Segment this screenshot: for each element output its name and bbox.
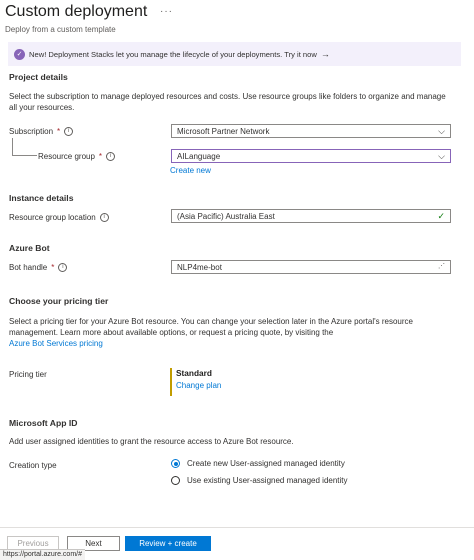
azure-bot-heading: Azure Bot [9, 243, 50, 253]
page-subtitle: Deploy from a custom template [5, 25, 116, 34]
change-plan-link[interactable]: Change plan [176, 381, 221, 390]
pricing-tier-description: Select a pricing tier for your Azure Bot… [9, 316, 449, 349]
resize-handle-icon[interactable]: ⋰ [438, 263, 445, 270]
app-id-heading: Microsoft App ID [9, 418, 78, 428]
resource-group-label-text: Resource group [38, 152, 95, 161]
info-icon[interactable]: i [106, 152, 116, 161]
location-label: Resource group location i [9, 213, 109, 222]
instance-details-heading: Instance details [9, 193, 74, 203]
browser-status-url: https://portal.azure.com/# [0, 549, 85, 560]
project-details-description: Select the subscription to manage deploy… [9, 92, 446, 112]
creation-type-label: Creation type [9, 461, 57, 470]
checkmark-icon: ✓ [437, 210, 445, 221]
deployment-stacks-banner[interactable]: ✓ New! Deployment Stacks let you manage … [8, 42, 461, 66]
pricing-tier-value: Standard [176, 368, 212, 378]
radio-use-existing-label[interactable]: Use existing User-assigned managed ident… [187, 476, 348, 485]
required-marker: * [51, 263, 55, 272]
project-details-heading: Project details [9, 72, 68, 82]
pricing-description-text: Select a pricing tier for your Azure Bot… [9, 317, 413, 337]
bot-handle-label-text: Bot handle [9, 263, 48, 272]
pricing-tier-heading: Choose your pricing tier [9, 296, 109, 306]
required-marker: * [57, 127, 61, 136]
more-options-icon[interactable]: ··· [160, 6, 173, 17]
pricing-link[interactable]: Azure Bot Services pricing [9, 339, 103, 348]
info-icon[interactable]: i [64, 127, 74, 136]
tree-connector [12, 138, 37, 156]
radio-create-new-label[interactable]: Create new User-assigned managed identit… [187, 459, 345, 468]
subscription-label-text: Subscription [9, 127, 54, 136]
review-create-button[interactable]: Review + create [125, 536, 211, 551]
location-select[interactable]: (Asia Pacific) Australia East ✓ [171, 209, 451, 223]
required-marker: * [98, 152, 103, 161]
footer-divider [0, 527, 474, 528]
resource-group-label: Resource group * i [38, 152, 116, 161]
rocket-badge-icon: ✓ [14, 48, 25, 60]
resource-group-value: AILanguage [177, 151, 221, 161]
page-title: Custom deployment [5, 3, 148, 20]
location-value: (Asia Pacific) Australia East [177, 211, 275, 221]
info-icon[interactable]: i [99, 213, 109, 222]
arrow-right-icon[interactable]: → [321, 49, 330, 59]
bot-handle-value: NLP4me-bot [177, 262, 222, 272]
bot-handle-input[interactable]: NLP4me-bot ⋰ [171, 260, 451, 274]
chevron-down-icon: ⌵ [438, 125, 445, 136]
subscription-label: Subscription * i [9, 127, 74, 136]
bot-handle-label: Bot handle * i [9, 263, 68, 272]
create-new-link[interactable]: Create new [170, 166, 211, 175]
chevron-down-icon: ⌵ [438, 150, 445, 161]
resource-group-select[interactable]: AILanguage ⌵ [171, 149, 451, 163]
radio-create-new[interactable] [171, 459, 180, 468]
pricing-tier-card: Standard Change plan [170, 368, 221, 396]
info-icon[interactable]: i [58, 263, 68, 272]
subscription-value: Microsoft Partner Network [177, 126, 270, 136]
app-id-description: Add user assigned identities to grant th… [9, 437, 294, 446]
radio-use-existing[interactable] [171, 476, 180, 485]
location-label-text: Resource group location [9, 213, 96, 222]
subscription-select[interactable]: Microsoft Partner Network ⌵ [171, 124, 451, 138]
banner-text: New! Deployment Stacks let you manage th… [29, 49, 317, 59]
pricing-tier-label: Pricing tier [9, 370, 47, 379]
